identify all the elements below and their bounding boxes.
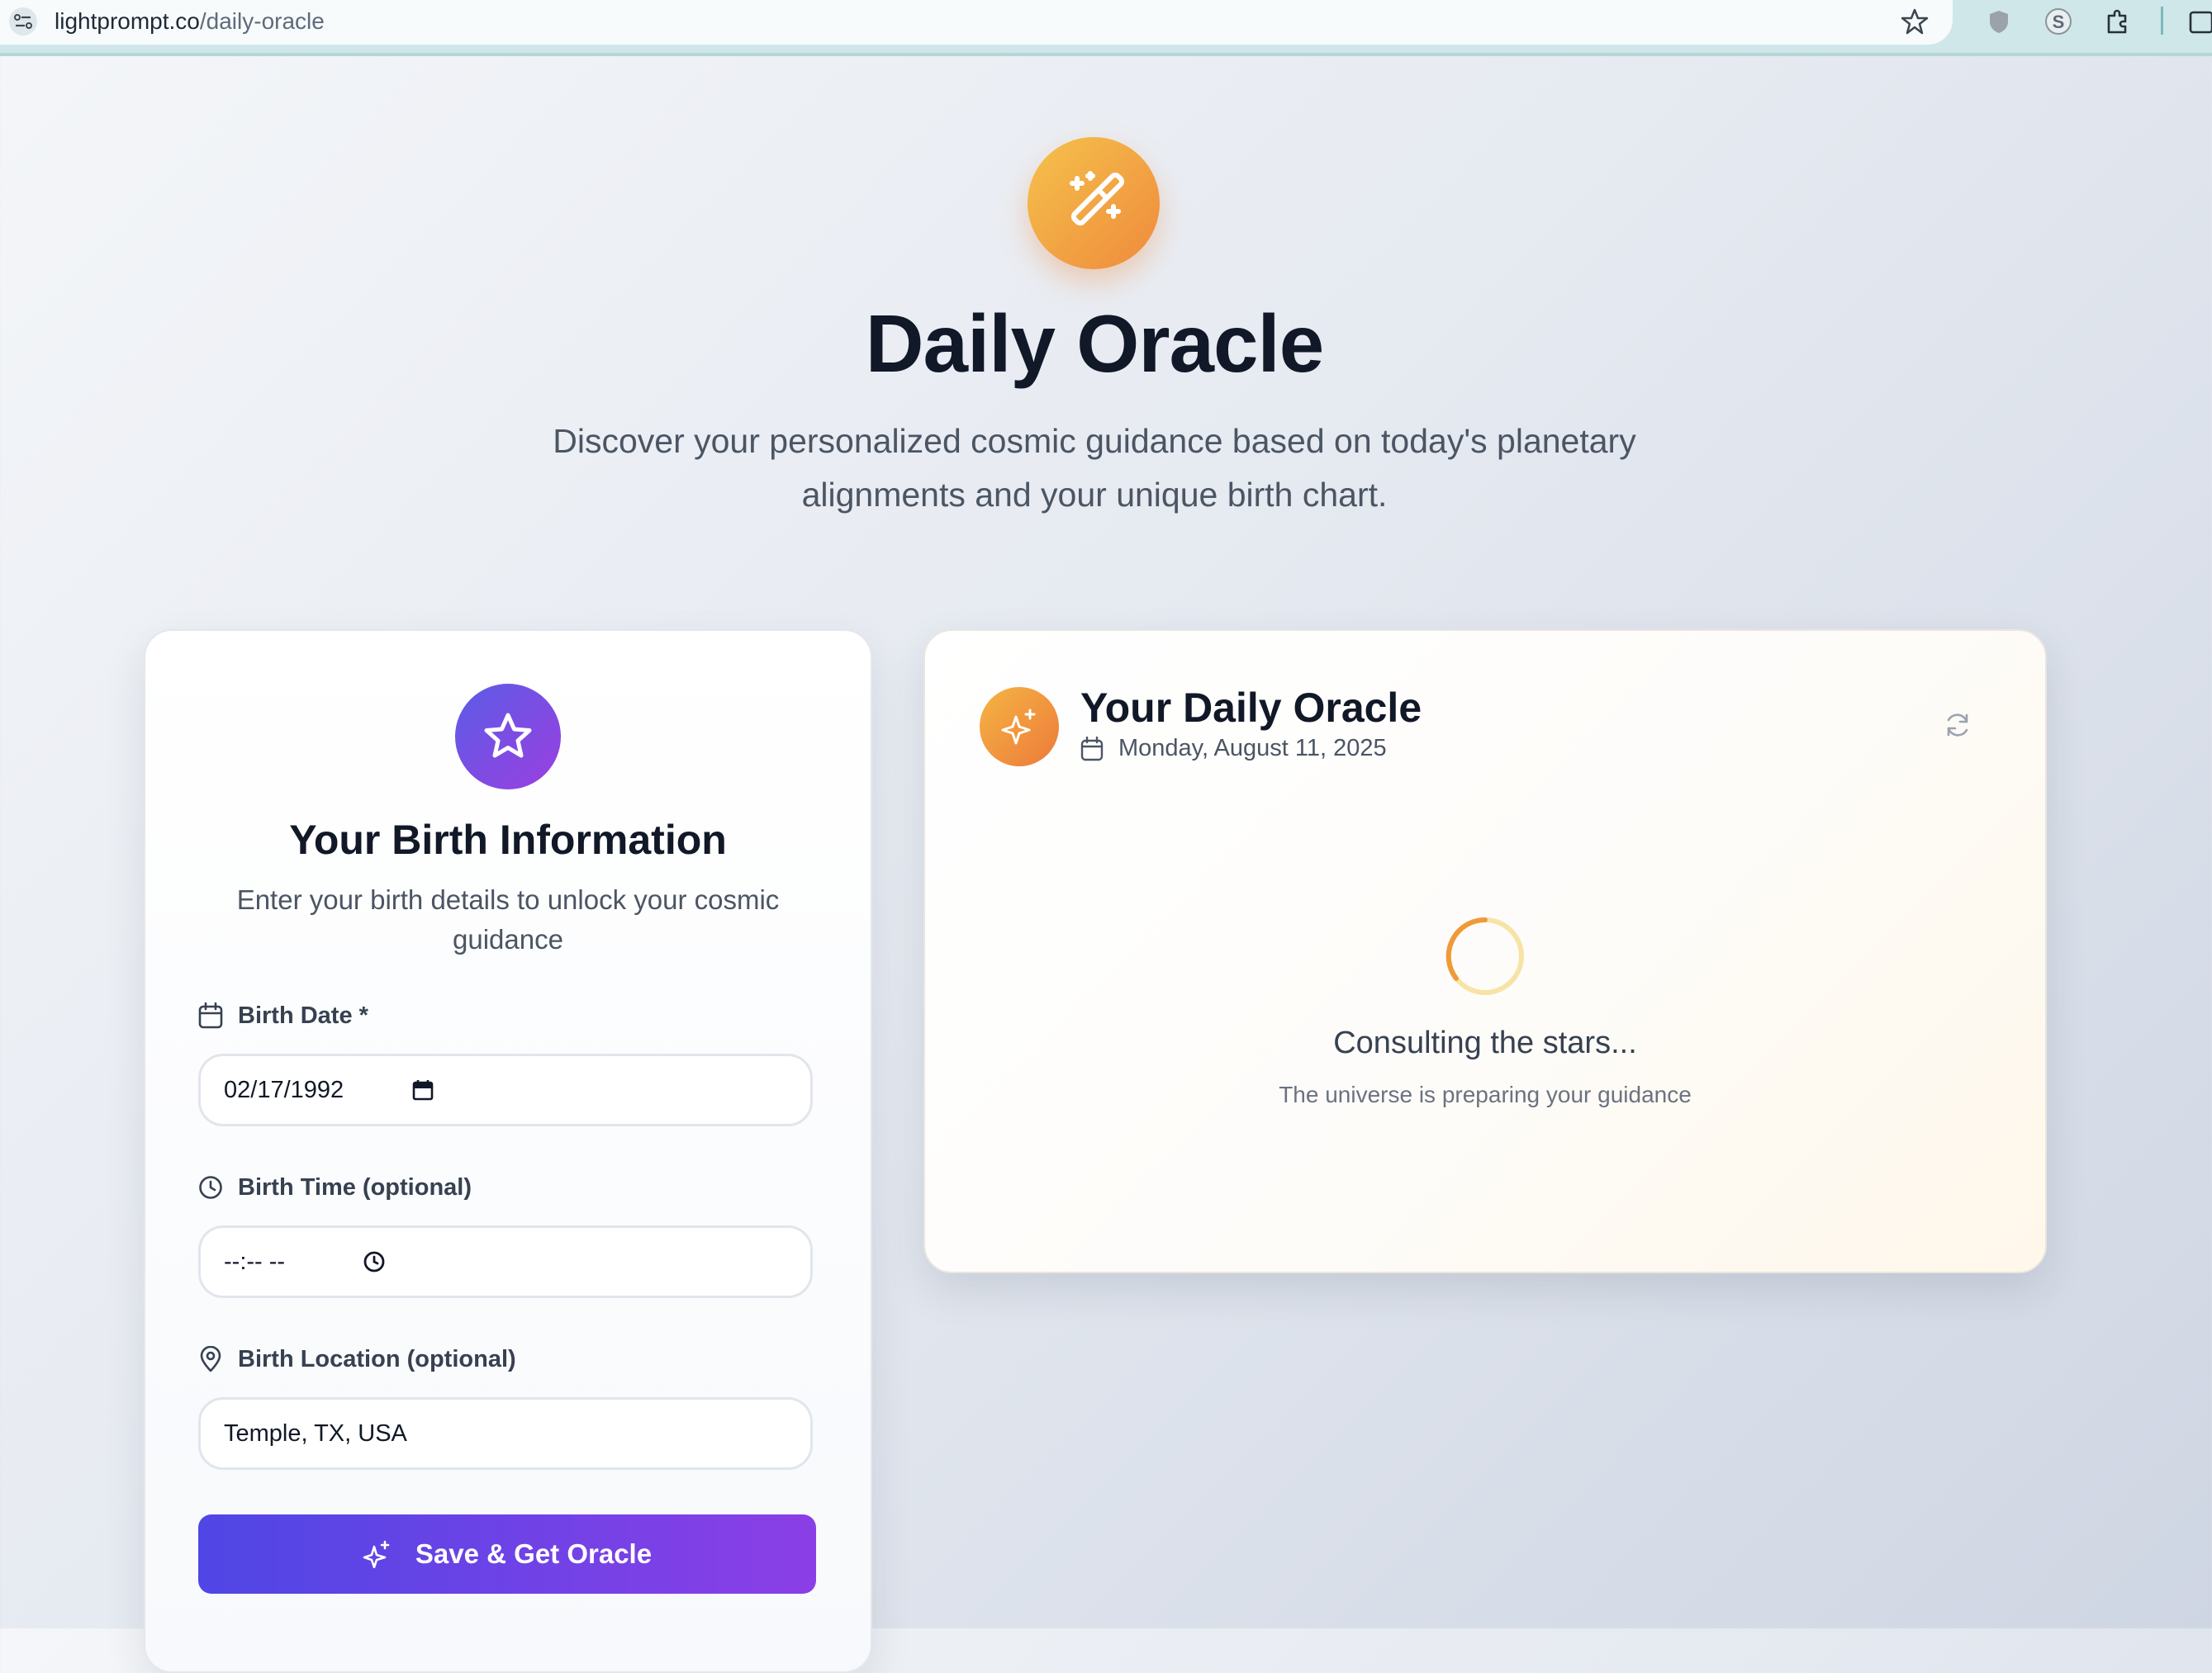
magic-wand-badge [1028,137,1160,269]
star-icon [484,713,532,758]
birth-date-value: 02/17/1992 [224,1076,344,1103]
save-and-get-oracle-button[interactable]: Save & Get Oracle [198,1514,816,1594]
submit-button-label: Save & Get Oracle [415,1538,653,1569]
calendar-picker-icon[interactable] [412,1079,434,1101]
calendar-icon [1080,736,1104,761]
refresh-icon[interactable] [1943,710,1972,740]
birth-time-label: Birth Time (optional) [198,1171,472,1204]
calendar-icon [198,1002,223,1029]
url-host: lightprompt.co [55,8,200,34]
svg-text:S: S [2053,12,2065,32]
map-pin-icon [200,1346,221,1372]
oracle-title: Your Daily Oracle [1080,685,1422,731]
page-title: Daily Oracle [865,298,1325,389]
oracle-badge [980,687,1059,766]
extensions-puzzle-icon[interactable] [2101,5,2134,38]
bookmark-star-icon[interactable] [1898,5,1931,38]
oracle-date-text: Monday, August 11, 2025 [1118,735,1387,761]
shield-extension-icon[interactable] [1982,5,2015,38]
url-text[interactable]: lightprompt.co/daily-oracle [55,5,325,38]
birth-card-title: Your Birth Information [289,817,727,863]
toolbar-divider [2161,7,2163,35]
birth-date-label-text: Birth Date * [238,1002,368,1029]
birth-location-value: Temple, TX, USA [224,1419,407,1447]
page-subtitle: Discover your personalized cosmic guidan… [553,422,1636,514]
birth-date-input[interactable]: 02/17/1992 [198,1054,813,1126]
url-path: /daily-oracle [199,8,325,34]
oracle-date: Monday, August 11, 2025 [1080,735,1387,762]
time-picker-icon[interactable] [363,1250,386,1273]
birth-time-input[interactable]: --:-- -- [198,1225,813,1298]
birth-date-label: Birth Date * [198,999,368,1032]
s-extension-icon[interactable]: S [2042,5,2075,38]
daily-oracle-card: Your Daily Oracle Monday, August 11, 202… [923,629,2047,1273]
loading-title: Consulting the stars... [1333,1026,1637,1060]
address-bar[interactable]: lightprompt.co/daily-oracle [0,0,1953,45]
browser-toolbar: lightprompt.co/daily-oracle S [0,0,2212,56]
sparkles-icon [363,1540,390,1568]
loading-spinner [1445,917,1524,995]
star-badge [455,684,561,789]
birth-location-label: Birth Location (optional) [198,1343,516,1376]
birth-time-value: --:-- -- [224,1248,286,1275]
birth-location-input[interactable]: Temple, TX, USA [198,1397,813,1470]
birth-info-card: Your Birth Information Enter your birth … [144,629,872,1673]
loading-subtitle: The universe is preparing your guidance [1279,1082,1692,1107]
birth-time-label-text: Birth Time (optional) [238,1173,472,1201]
birth-card-description: Enter your birth details to unlock your … [236,884,780,955]
sparkles-icon [1001,709,1036,745]
clock-icon [199,1176,222,1199]
side-panel-icon[interactable] [2187,5,2212,38]
site-settings-icon[interactable] [8,7,38,36]
birth-location-label-text: Birth Location (optional) [238,1345,516,1372]
magic-wand-icon [1070,171,1124,226]
